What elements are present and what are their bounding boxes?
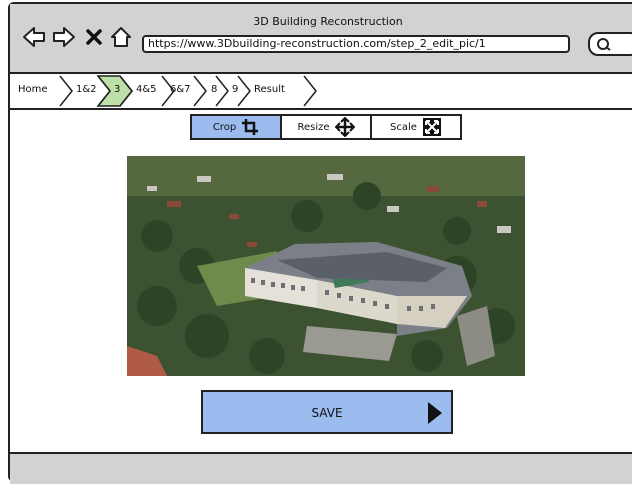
scale-tool-button[interactable]: Scale [372, 116, 460, 138]
breadcrumb-step-9[interactable]: 9 [232, 84, 238, 96]
home-icon[interactable] [110, 26, 132, 48]
save-button[interactable]: SAVE [201, 390, 453, 434]
back-arrow-icon[interactable] [22, 26, 46, 48]
breadcrumb-step-1-2[interactable]: 1&2 [76, 84, 97, 96]
play-triangle-icon [428, 402, 442, 424]
scale-label: Scale [390, 121, 417, 133]
resize-tool-button[interactable]: Resize [282, 116, 372, 138]
browser-window: 3D Building Reconstruction https://www.3… [8, 2, 632, 484]
breadcrumb-step-6-7[interactable]: 6&7 [170, 84, 191, 96]
move-arrows-icon [334, 117, 355, 137]
url-field[interactable]: https://www.3Dbuilding-reconstruction.co… [142, 35, 570, 53]
step-breadcrumb: Home 1&2 3 4&5 6&7 8 9 Result [10, 74, 632, 110]
breadcrumb-step-4-5[interactable]: 4&5 [136, 84, 157, 96]
expand-icon [422, 118, 441, 136]
edit-toolbar: Crop Resize Scale [190, 114, 462, 140]
breadcrumb-shapes [59, 75, 317, 107]
crop-icon [242, 119, 259, 135]
building-photo[interactable] [127, 156, 525, 376]
forward-arrow-icon[interactable] [52, 26, 76, 48]
search-icon [597, 38, 611, 51]
status-bar [10, 452, 632, 484]
breadcrumb-home[interactable]: Home [18, 84, 48, 96]
resize-label: Resize [297, 121, 330, 133]
search-button[interactable] [588, 32, 632, 56]
close-x-icon[interactable] [86, 29, 102, 45]
crop-tool-button[interactable]: Crop [192, 116, 282, 138]
breadcrumb-step-8[interactable]: 8 [211, 84, 217, 96]
crop-label: Crop [212, 121, 237, 133]
breadcrumb-step-3[interactable]: 3 [114, 84, 120, 96]
breadcrumb-result[interactable]: Result [254, 84, 285, 96]
save-label: SAVE [311, 406, 343, 420]
title-bar: 3D Building Reconstruction https://www.3… [10, 4, 632, 74]
window-title: 3D Building Reconstruction [253, 15, 403, 28]
